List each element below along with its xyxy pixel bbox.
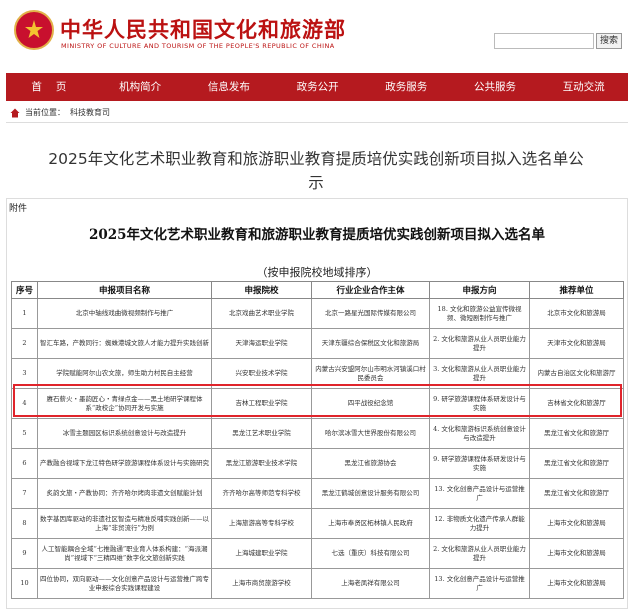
table-cell: 四位协同，双向驱动——文化创意产品设计与运营推广跨专业申报综合实践课程建设: [37, 568, 212, 599]
table-cell: 黑龙江鹤城创意设计服务有限公司: [311, 478, 430, 509]
table-cell: 7: [11, 478, 38, 509]
main-nav: 首页 机构简介 信息发布 政务公开 政务服务 公共服务 互动交流: [6, 73, 628, 101]
table-cell: 北京一路星光国际传媒有限公司: [311, 298, 430, 329]
site-header: 中华人民共和国文化和旅游部 MINISTRY OF CULTURE AND TO…: [0, 0, 634, 70]
table-cell: 6: [11, 448, 38, 479]
table-cell: 12. 非物质文化遗产传承人群能力提升: [429, 508, 530, 539]
nav-item-gov-info[interactable]: 政务公开: [273, 73, 362, 101]
column-header: 推荐单位: [529, 281, 624, 299]
table-cell: 上海市文化和旅游局: [529, 508, 624, 539]
document-subtitle: （按申报院校地域排序）: [256, 266, 378, 279]
column-header: 序号: [11, 281, 38, 299]
site-title[interactable]: 中华人民共和国文化和旅游部: [60, 14, 346, 44]
search-button[interactable]: 搜索: [596, 33, 622, 49]
national-emblem-icon: [14, 10, 54, 50]
breadcrumb: 当前位置： 科技教育司: [10, 107, 110, 118]
table-cell: 黑龙江艺术职业学院: [211, 418, 312, 449]
table-cell: 哈尔滨冰雪大世界股份有限公司: [311, 418, 430, 449]
table-cell: 2. 文化和旅游从业人员职业能力提升: [429, 328, 530, 359]
table-cell: 13. 文化创意产品设计与运营推广: [429, 478, 530, 509]
attachment-label: 附件: [9, 204, 28, 214]
column-header: 申报项目名称: [37, 281, 212, 299]
table-row: 5 冰雪主题园区标识系统创意设计与改造提升 黑龙江艺术职业学院 哈尔滨冰雪大世界股份有…: [11, 418, 624, 449]
table-cell: 4. 文化和旅游标识系统创意设计与改造提升: [429, 418, 530, 449]
table-cell: 北京戏曲艺术职业学院: [211, 298, 312, 329]
project-table: 序号 申报项目名称 申报院校 行业企业合作主体 申报方向 推荐单位 1 北京中轴线…: [11, 281, 624, 599]
table-header-row: 序号 申报项目名称 申报院校 行业企业合作主体 申报方向 推荐单位: [11, 281, 624, 299]
nav-item-home[interactable]: 首页: [6, 73, 96, 101]
table-cell: 2. 文化和旅游从业人员职业能力提升: [429, 538, 530, 569]
table-cell: 13. 文化创意产品设计与运营推广: [429, 568, 530, 599]
search-input[interactable]: [494, 33, 594, 49]
page-title: 2025年文化艺术职业教育和旅游职业教育提质培优实践创新项目拟入选名单公示: [48, 150, 584, 192]
table-cell: 智汇车路，产教同行：蜘蛛港城文旅人才能力提升实践创新: [37, 328, 212, 359]
column-header: 申报院校: [211, 281, 312, 299]
nav-item-public-service[interactable]: 公共服务: [451, 73, 540, 101]
highlight-box: [13, 384, 622, 417]
nav-item-interaction[interactable]: 互动交流: [539, 73, 628, 101]
table-cell: 8: [11, 508, 38, 539]
document-title: 2025年文化艺术职业教育和旅游职业教育提质培优实践创新项目拟入选名单: [88, 227, 546, 243]
breadcrumb-label: 当前位置：: [25, 108, 65, 117]
table-cell: 上海市文化和旅游局: [529, 568, 624, 599]
table-cell: 冰雪主题园区标识系统创意设计与改造提升: [37, 418, 212, 449]
title-section: 2025年文化艺术职业教育和旅游职业教育提质培优实践创新项目拟入选名单公示: [6, 122, 628, 195]
table-cell: 黑龙江省旅游协会: [311, 448, 430, 479]
table-cell: 上海老凤祥有限公司: [311, 568, 430, 599]
home-icon: [10, 108, 20, 117]
column-header: 行业企业合作主体: [311, 281, 430, 299]
column-header: 申报方向: [429, 281, 530, 299]
nav-item-about[interactable]: 机构简介: [96, 73, 185, 101]
table-row: 1 北京中轴线戏曲微视频制作与推广 北京戏曲艺术职业学院 北京一路星光国际传媒有限公司…: [11, 298, 624, 329]
table-cell: 10: [11, 568, 38, 599]
table-cell: 炙韵文旅・产教协同：齐齐哈尔烤肉非遗文创赋能计划: [37, 478, 212, 509]
table-cell: 北京市文化和旅游局: [529, 298, 624, 329]
site-subtitle: MINISTRY OF CULTURE AND TOURISM OF THE P…: [61, 42, 335, 50]
table-cell: 上海市商贸旅游学校: [211, 568, 312, 599]
table-cell: 5: [11, 418, 38, 449]
table-cell: 2: [11, 328, 38, 359]
table-cell: 北京中轴线戏曲微视频制作与推广: [37, 298, 212, 329]
table-cell: 人工智能耦合全域“七推融通”职业育人体系构建：“海派潮尚”视域下“三精四维”数字…: [37, 538, 212, 569]
table-cell: 9. 研学旅游课程体系研发设计与实施: [429, 448, 530, 479]
table-cell: 黑龙江旅游职业技术学院: [211, 448, 312, 479]
table-row: 6 产教融合视域下龙江特色研学旅游课程体系设计与实施研究 黑龙江旅游职业技术学院 黑龙…: [11, 448, 624, 479]
table-cell: 18. 文化和旅游公益宣传微视频、微短剧制作与推广: [429, 298, 530, 329]
breadcrumb-current[interactable]: 科技教育司: [70, 107, 110, 118]
table-row: 2 智汇车路，产教同行：蜘蛛港城文旅人才能力提升实践创新 天津海运职业学院 天津东疆综…: [11, 328, 624, 359]
table-cell: 黑龙江省文化和旅游厅: [529, 418, 624, 449]
table-cell: 数字基因库驱动的非遗社区智造与精准反哺实践创新——以上海“非贸流行”为例: [37, 508, 212, 539]
table-cell: 黑龙江省文化和旅游厅: [529, 478, 624, 509]
table-cell: 1: [11, 298, 38, 329]
table-cell: 七选（重庆）科技有限公司: [311, 538, 430, 569]
table-cell: 上海旅游高等专科学校: [211, 508, 312, 539]
table-cell: 天津市文化和旅游局: [529, 328, 624, 359]
table-cell: 上海市奉贤区柘林镇人民政府: [311, 508, 430, 539]
table-row: 9 人工智能耦合全域“七推融通”职业育人体系构建：“海派潮尚”视域下“三精四维”数…: [11, 538, 624, 569]
table-cell: 黑龙江省文化和旅游厅: [529, 448, 624, 479]
table-row: 10 四位协同，双向驱动——文化创意产品设计与运营推广跨专业申报综合实践课程建设上…: [11, 568, 624, 599]
nav-item-news[interactable]: 信息发布: [185, 73, 274, 101]
table-cell: 天津东疆综合保税区文化和旅游局: [311, 328, 430, 359]
nav-item-gov-service[interactable]: 政务服务: [362, 73, 451, 101]
table-cell: 上海市文化和旅游局: [529, 538, 624, 569]
table-row: 7 炙韵文旅・产教协同：齐齐哈尔烤肉非遗文创赋能计划 齐齐哈尔高等师范专科学校 黑龙江…: [11, 478, 624, 509]
table-row: 8 数字基因库驱动的非遗社区智造与精准反哺实践创新——以上海“非贸流行”为例 上海旅…: [11, 508, 624, 539]
table-cell: 产教融合视域下龙江特色研学旅游课程体系设计与实施研究: [37, 448, 212, 479]
table-cell: 9: [11, 538, 38, 569]
table-cell: 天津海运职业学院: [211, 328, 312, 359]
table-cell: 上海城建职业学院: [211, 538, 312, 569]
table-cell: 齐齐哈尔高等师范专科学校: [211, 478, 312, 509]
